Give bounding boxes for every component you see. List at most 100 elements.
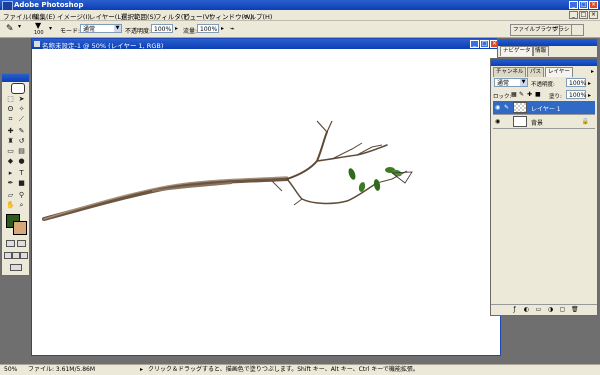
eyedropper-tool-icon[interactable]: ⚲ (17, 191, 26, 199)
maximize-button[interactable]: □ (579, 1, 588, 9)
zoom-tool-icon[interactable]: ⌕ (17, 201, 26, 209)
shape-tool-icon[interactable]: ■ (17, 179, 26, 187)
fill-arrow-icon[interactable]: ▸ (588, 92, 591, 99)
tab-info[interactable]: 情報 (532, 46, 550, 56)
layer-style-icon[interactable]: ƒ (511, 306, 518, 313)
type-tool-icon[interactable]: T (17, 169, 26, 177)
tab-channels[interactable]: チャンネル (493, 67, 527, 77)
toolbox: ⬚ ➤ ʘ ✧ ⌗ ⟋ ✚ ✎ ♜ ↺ ▭ ▤ ◆ ● ▸ T ✒ ■ ▱ ⚲ … (1, 73, 30, 276)
background-color-swatch[interactable] (13, 221, 27, 235)
lock-position-icon[interactable]: ✚ (527, 91, 532, 98)
zoom-level[interactable]: 50% (4, 366, 17, 374)
lock-label: ロック: (493, 94, 512, 100)
layer-mask-icon[interactable]: ◐ (523, 306, 530, 313)
app-title: Adobe Photoshop (14, 1, 84, 9)
hand-tool-icon[interactable]: ✋ (6, 201, 15, 209)
blend-mode-select[interactable]: 通常 ▼ (494, 78, 528, 87)
file-size-info[interactable]: ファイル: 3.61M/5.86M (28, 366, 95, 374)
flow-arrow-icon[interactable]: ▸ (221, 25, 224, 32)
brush-tool-icon[interactable]: ✎ (6, 24, 14, 34)
mode-select[interactable]: 通常 ▼ (80, 24, 122, 33)
adjustment-layer-icon[interactable]: ◑ (547, 306, 554, 313)
menu-layer[interactable]: レイヤー(L) (89, 11, 124, 21)
doc-minimize-button[interactable]: _ (569, 11, 578, 19)
flow-field[interactable]: 100% (197, 24, 219, 33)
flow-value: 100% (200, 26, 218, 33)
brush-tool-icon[interactable]: ✎ (17, 127, 26, 135)
layer-thumbnail (513, 102, 527, 113)
screen-mode-full-button[interactable] (20, 252, 28, 259)
magic-wand-tool-icon[interactable]: ✧ (17, 105, 26, 113)
toolbox-titlebar (2, 74, 29, 82)
menu-image[interactable]: イメージ(I) (57, 11, 90, 21)
opacity-field[interactable]: 100% (151, 24, 173, 33)
path-selection-tool-icon[interactable]: ▸ (6, 169, 15, 177)
layers-palette: チャンネル パス レイヤー ▸ 通常 ▼ 不透明度: 100% ▸ ロック: ▦… (490, 58, 598, 316)
blur-tool-icon[interactable]: ◆ (6, 157, 15, 165)
menu-select[interactable]: 選択範囲(S) (121, 11, 156, 21)
dodge-tool-icon[interactable]: ● (17, 157, 26, 165)
options-bar: ✎ ▾ ▼ 100 ▾ モード: 通常 ▼ 不透明度: 100% ▸ 流量: 1… (0, 21, 600, 38)
lock-all-icon[interactable]: ■ (535, 91, 541, 98)
quick-mask-mode-button[interactable] (17, 240, 26, 247)
palette-menu-icon[interactable]: ▸ (591, 68, 594, 75)
fill-field[interactable]: 100% (566, 90, 586, 99)
new-layer-icon[interactable]: ▢ (559, 306, 566, 313)
healing-brush-tool-icon[interactable]: ✚ (6, 127, 15, 135)
flow-label: 流量: (183, 28, 198, 35)
doc-window-maximize-button[interactable]: □ (480, 40, 489, 48)
layer-row-background[interactable]: ◉ 背景 🔒 (493, 115, 595, 129)
layer-thumbnail (513, 116, 527, 127)
visibility-eye-icon[interactable]: ◉ (495, 104, 502, 111)
airbrush-icon[interactable]: ⌁ (230, 24, 235, 33)
jump-to-imageready-button[interactable] (10, 264, 22, 271)
opacity-label: 不透明度: (125, 28, 152, 35)
lock-transparency-icon[interactable]: ▦ (511, 91, 517, 98)
marquee-tool-icon[interactable]: ⬚ (6, 95, 15, 103)
history-brush-tool-icon[interactable]: ↺ (17, 137, 26, 145)
standard-mode-button[interactable] (6, 240, 15, 247)
layer-row-layer-1[interactable]: ◉ ✎ レイヤー 1 (493, 101, 595, 115)
visibility-eye-icon[interactable]: ◉ (495, 118, 502, 125)
lock-image-icon[interactable]: ✎ (519, 91, 524, 98)
doc-window-minimize-button[interactable]: _ (470, 40, 479, 48)
screen-mode-fullmenu-button[interactable] (12, 252, 20, 259)
menu-help[interactable]: ヘルプ(H) (243, 11, 272, 21)
layer-opacity-value: 100% (569, 80, 587, 87)
opacity-arrow-icon[interactable]: ▸ (175, 25, 178, 32)
tab-navigator[interactable]: ナビゲータ (500, 46, 534, 56)
menu-view[interactable]: ビュー(V) (183, 11, 212, 21)
close-button[interactable]: × (589, 1, 598, 9)
tab-brushes[interactable]: ブラシ (551, 25, 573, 35)
layer-opacity-field[interactable]: 100% (566, 78, 586, 87)
crop-tool-icon[interactable]: ⌗ (6, 115, 15, 123)
doc-restore-button[interactable]: □ (579, 11, 588, 19)
move-tool-icon[interactable]: ➤ (17, 95, 26, 103)
doc-close-button[interactable]: × (589, 11, 598, 19)
tool-preset-arrow-icon[interactable]: ▾ (18, 23, 21, 30)
adobe-online-icon[interactable] (11, 83, 25, 94)
tab-layers[interactable]: レイヤー (545, 67, 573, 77)
brush-preview-icon[interactable]: ▼ (35, 21, 41, 30)
gradient-tool-icon[interactable]: ▤ (17, 147, 26, 155)
tab-paths[interactable]: パス (527, 67, 545, 77)
document-icon (34, 41, 40, 47)
eraser-tool-icon[interactable]: ▭ (6, 147, 15, 155)
layer-set-icon[interactable]: ▭ (535, 306, 542, 313)
chevron-down-icon: ▼ (114, 25, 121, 32)
fill-label: 塗り: (549, 94, 562, 100)
lasso-tool-icon[interactable]: ʘ (6, 105, 15, 113)
notes-tool-icon[interactable]: ▱ (6, 191, 15, 199)
brush-picker-arrow-icon[interactable]: ▾ (49, 25, 52, 32)
navigator-palette: ナビゲータ 情報 (497, 38, 598, 58)
minimize-button[interactable]: _ (569, 1, 578, 9)
document-titlebar: 名称未設定-1 @ 50% (レイヤー 1, RGB) _ □ × (32, 39, 500, 50)
layer-opacity-arrow-icon[interactable]: ▸ (588, 80, 591, 87)
slice-tool-icon[interactable]: ⟋ (17, 115, 26, 123)
menu-edit[interactable]: 編集(E) (33, 11, 55, 21)
canvas[interactable] (32, 49, 500, 355)
clone-stamp-tool-icon[interactable]: ♜ (6, 137, 15, 145)
delete-layer-icon[interactable]: 🗑 (571, 306, 579, 313)
pen-tool-icon[interactable]: ✒ (6, 179, 15, 187)
screen-mode-standard-button[interactable] (4, 252, 12, 259)
